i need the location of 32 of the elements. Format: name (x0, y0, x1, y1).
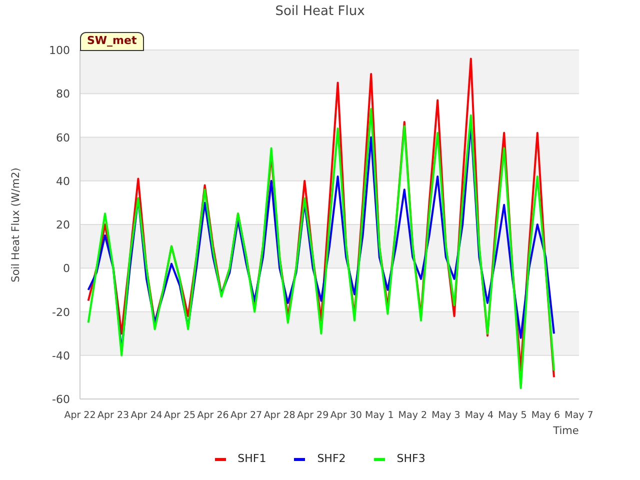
y-tick-label: -60 (52, 393, 70, 406)
y-tick-label: 40 (56, 174, 70, 188)
x-tick-label: Apr 30 (330, 410, 362, 421)
x-tick-label: Apr 25 (164, 410, 196, 421)
y-axis-title: Soil Heat Flux (W/m2) (10, 168, 22, 282)
y-tick-label: -20 (52, 306, 70, 319)
x-tick-label: Apr 28 (264, 410, 296, 421)
y-tick-label: -40 (52, 349, 70, 362)
x-tick-label: May 1 (365, 410, 394, 421)
chart-title: Soil Heat Flux (275, 3, 365, 22)
x-tick-label: Apr 27 (230, 410, 262, 421)
x-tick-label: Apr 26 (197, 410, 229, 421)
y-tick-label: 100 (49, 44, 70, 57)
legend-label: SHF3 (396, 450, 426, 467)
y-tick-label: 60 (56, 131, 70, 144)
legend-label: SHF2 (317, 450, 346, 467)
x-tick-label: Apr 23 (98, 410, 130, 421)
x-tick-label: Apr 22 (64, 410, 96, 421)
y-tick-label: 80 (56, 88, 70, 101)
legend-label: SHF1 (238, 450, 266, 467)
x-axis-title: Time (553, 425, 579, 437)
x-tick-label: May 2 (398, 410, 428, 421)
y-tick-label: 0 (63, 262, 70, 276)
tag-label: SW_met (80, 32, 144, 51)
y-tick-label: 20 (56, 218, 70, 232)
x-tick-label: May 6 (531, 410, 560, 421)
x-tick-label: Apr 29 (297, 410, 329, 421)
x-tick-label: May 4 (464, 410, 494, 421)
x-tick-label: May 7 (564, 410, 594, 421)
x-tick-label: Apr 24 (130, 410, 162, 421)
x-tick-label: May 3 (432, 410, 460, 421)
x-tick-label: May 5 (498, 410, 527, 421)
